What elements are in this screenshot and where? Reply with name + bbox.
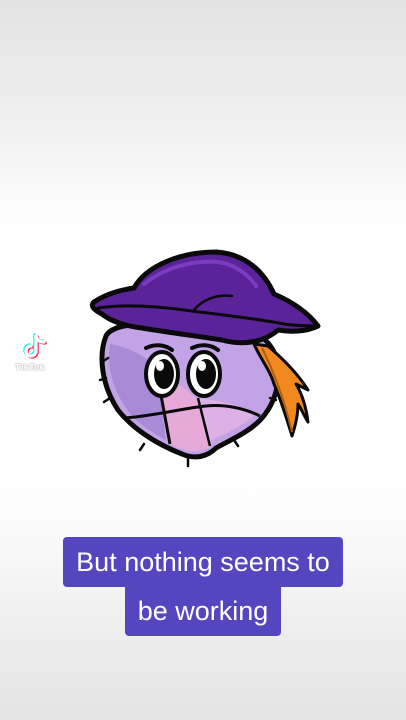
tiktok-logo-icon [23, 333, 47, 359]
caption-line-1: But nothing seems to [63, 537, 343, 587]
caption-line-2: be working [124, 586, 282, 636]
tiktok-watermark: TikTok [6, 333, 54, 377]
tiktok-watermark-label: TikTok [15, 363, 45, 372]
right-eye-icon [186, 350, 222, 398]
video-caption: But nothing seems to be working [0, 537, 406, 636]
purple-hat-character-illustration [89, 249, 321, 468]
left-eye-icon [144, 350, 180, 398]
